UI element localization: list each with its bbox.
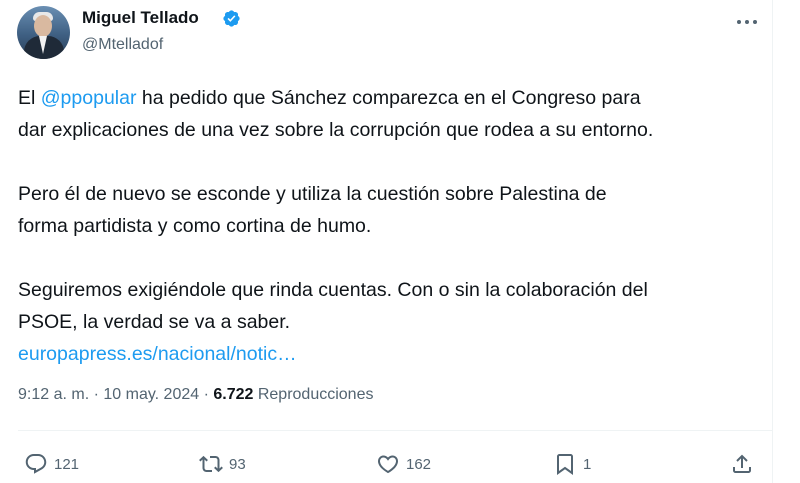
avatar-face	[34, 15, 52, 37]
text-fragment: Seguiremos exigiéndole que rinda cuentas…	[18, 279, 648, 301]
bookmark-button[interactable]: 1	[553, 452, 591, 476]
avatar[interactable]	[17, 6, 70, 59]
share-icon	[733, 454, 751, 473]
tweet-date[interactable]: 10 may. 2024	[103, 386, 199, 403]
reply-count: 121	[54, 455, 80, 473]
paragraph-2: Pero él de nuevo se esconde y utiliza la…	[18, 178, 778, 242]
bookmark-icon	[557, 454, 573, 475]
text-fragment: dar explicaciones de una vez sobre la co…	[18, 119, 654, 141]
author-name[interactable]: Miguel Tellado	[82, 8, 199, 28]
more-dot	[737, 20, 741, 24]
text-fragment: El	[18, 87, 41, 109]
paragraph-1: El @ppopular ha pedido que Sánchez compa…	[18, 82, 778, 146]
meta-separator: ·	[89, 386, 104, 403]
views-label[interactable]: Reproducciones	[253, 386, 374, 403]
divider	[18, 430, 773, 431]
mention-link[interactable]: @ppopular	[41, 87, 137, 109]
tweet-card: Miguel Tellado @Mtelladof El @ppopular h…	[0, 0, 800, 483]
tweet-meta: 9:12 a. m. · 10 may. 2024 · 6.722 Reprod…	[18, 386, 373, 404]
repost-count: 93	[229, 455, 246, 473]
like-button[interactable]: 162	[376, 452, 431, 476]
bookmark-count: 1	[583, 455, 592, 473]
more-dot	[745, 20, 749, 24]
verified-badge-icon[interactable]	[222, 9, 241, 28]
repost-button[interactable]: 93	[199, 452, 246, 476]
paragraph-3: Seguiremos exigiéndole que rinda cuentas…	[18, 274, 778, 370]
text-fragment: Pero él de nuevo se esconde y utiliza la…	[18, 183, 607, 205]
text-fragment: forma partidista y como cortina de humo.	[18, 215, 372, 237]
tweet-time[interactable]: 9:12 a. m.	[18, 386, 89, 403]
more-icon[interactable]	[735, 12, 759, 32]
like-count: 162	[406, 455, 432, 473]
reply-button[interactable]: 121	[24, 452, 79, 476]
tweet-text: El @ppopular ha pedido que Sánchez compa…	[18, 82, 778, 370]
like-icon	[377, 455, 399, 474]
repost-icon	[199, 455, 223, 473]
text-fragment: PSOE, la verdad se va a saber.	[18, 311, 291, 333]
external-link[interactable]: europapress.es/nacional/notic…	[18, 343, 297, 365]
author-handle[interactable]: @Mtelladof	[82, 36, 163, 54]
share-button[interactable]	[730, 452, 754, 476]
text-fragment: ha pedido que Sánchez comparezca en el C…	[136, 87, 641, 109]
reply-icon	[25, 454, 47, 474]
meta-separator: ·	[199, 386, 214, 403]
more-dot	[753, 20, 757, 24]
views-count[interactable]: 6.722	[213, 386, 253, 403]
